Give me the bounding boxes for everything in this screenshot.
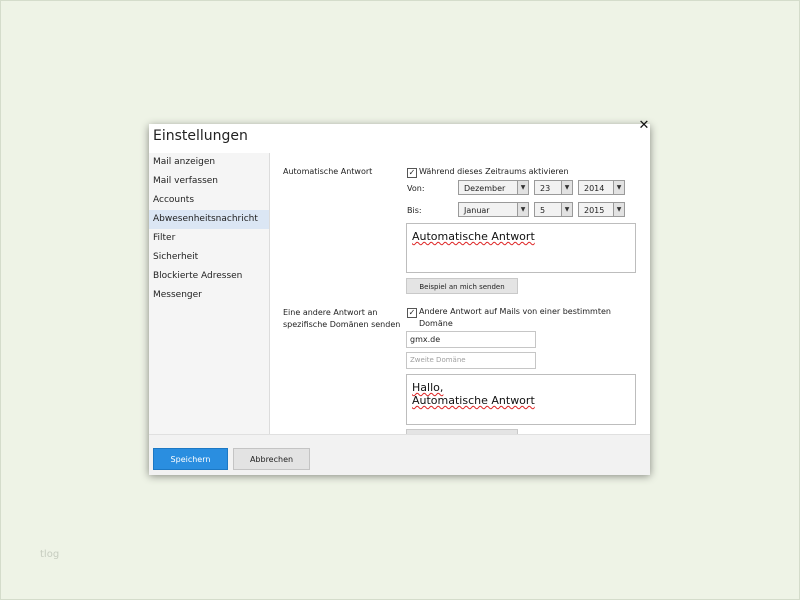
sidebar-item-mail-verfassen[interactable]: Mail verfassen xyxy=(149,172,269,191)
chevron-down-icon: ▼ xyxy=(613,181,624,194)
auto-reply-enable-checkbox[interactable]: ✓ xyxy=(407,168,417,178)
from-month-select[interactable]: Dezember ▼ xyxy=(458,180,529,195)
to-label: Bis: xyxy=(407,206,422,215)
chevron-down-icon: ▼ xyxy=(517,181,528,194)
chevron-down-icon: ▼ xyxy=(561,181,572,194)
save-button[interactable]: Speichern xyxy=(153,448,228,470)
dialog-title: Einstellungen xyxy=(153,128,248,144)
to-day-value: 5 xyxy=(540,206,546,215)
to-year-value: 2015 xyxy=(584,206,605,215)
chevron-down-icon: ▼ xyxy=(517,203,528,216)
domain-1-input[interactable]: gmx.de xyxy=(406,331,536,348)
domain-reply-enable-label-line2: Domäne xyxy=(419,319,453,328)
sidebar-item-accounts[interactable]: Accounts xyxy=(149,191,269,210)
from-month-value: Dezember xyxy=(464,184,506,193)
to-month-value: Januar xyxy=(464,206,490,215)
domain-reply-message-textarea[interactable]: Hallo, Automatische Antwort xyxy=(406,374,636,425)
sidebar-item-messenger[interactable]: Messenger xyxy=(149,286,269,305)
auto-reply-message-text: Automatische Antwort xyxy=(412,230,535,243)
domain-reply-message-line1: Hallo, xyxy=(412,381,444,394)
watermark: tlog xyxy=(40,549,60,560)
to-year-select[interactable]: 2015 ▼ xyxy=(578,202,625,217)
sidebar-item-abwesenheitsnachricht[interactable]: Abwesenheitsnachricht xyxy=(149,210,269,229)
domain-reply-enable-label-line1: Andere Antwort auf Mails von einer besti… xyxy=(419,307,611,316)
domain-reply-section-label-line2: spezifische Domänen senden xyxy=(283,320,401,329)
to-day-select[interactable]: 5 ▼ xyxy=(534,202,573,217)
send-example-button[interactable]: Beispiel an mich senden xyxy=(406,278,518,294)
sidebar-item-blockierte-adressen[interactable]: Blockierte Adressen xyxy=(149,267,269,286)
domain-reply-section-label-line1: Eine andere Antwort an xyxy=(283,308,378,317)
settings-dialog: Einstellungen ✕ Mail anzeigen Mail verfa… xyxy=(149,119,650,475)
domain-2-input[interactable]: Zweite Domäne xyxy=(406,352,536,369)
domain-reply-enable-checkbox[interactable]: ✓ xyxy=(407,308,417,318)
from-year-value: 2014 xyxy=(584,184,605,193)
from-day-value: 23 xyxy=(540,184,551,193)
from-day-select[interactable]: 23 ▼ xyxy=(534,180,573,195)
sidebar-item-sicherheit[interactable]: Sicherheit xyxy=(149,248,269,267)
sidebar-item-filter[interactable]: Filter xyxy=(149,229,269,248)
checkmark-icon: ✓ xyxy=(408,168,416,177)
to-month-select[interactable]: Januar ▼ xyxy=(458,202,529,217)
auto-reply-message-textarea[interactable]: Automatische Antwort xyxy=(406,223,636,273)
settings-content: Automatische Antwort ✓ Während dieses Ze… xyxy=(270,153,650,434)
auto-reply-section-label: Automatische Antwort xyxy=(283,167,373,176)
chevron-down-icon: ▼ xyxy=(561,203,572,216)
cancel-button[interactable]: Abbrechen xyxy=(233,448,310,470)
from-year-select[interactable]: 2014 ▼ xyxy=(578,180,625,195)
close-icon[interactable]: ✕ xyxy=(638,119,650,132)
dialog-footer: Speichern Abbrechen xyxy=(149,434,650,475)
chevron-down-icon: ▼ xyxy=(613,203,624,216)
sidebar-item-mail-anzeigen[interactable]: Mail anzeigen xyxy=(149,153,269,172)
from-label: Von: xyxy=(407,184,425,193)
domain-reply-message-line2: Automatische Antwort xyxy=(412,394,535,407)
checkmark-icon: ✓ xyxy=(408,308,416,317)
auto-reply-enable-label: Während dieses Zeitraums aktivieren xyxy=(419,167,569,176)
settings-sidebar: Mail anzeigen Mail verfassen Accounts Ab… xyxy=(149,153,270,434)
